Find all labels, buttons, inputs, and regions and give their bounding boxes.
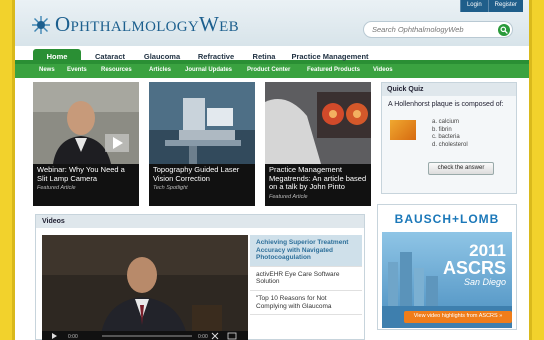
tab-glaucoma[interactable]: Glaucoma [139, 49, 185, 64]
video-frame: 0:00 0:00 [42, 235, 248, 340]
quiz-answer-a[interactable]: a. calcium [432, 119, 468, 127]
video-player[interactable]: 0:00 0:00 [42, 235, 248, 340]
quiz-answer-c[interactable]: c. bacteria [432, 134, 468, 142]
feature-tag: Tech Spotlight [153, 185, 188, 191]
login-link[interactable]: Login [459, 0, 488, 12]
feature-caption: Topography Guided Laser Vision Correctio… [153, 165, 251, 193]
subnav-product-center[interactable]: Product Center [247, 67, 290, 73]
tab-home[interactable]: Home [33, 49, 81, 64]
search-input[interactable] [372, 25, 492, 34]
register-link[interactable]: Register [487, 0, 523, 12]
secondary-nav: News Events Resources Articles Journal U… [15, 64, 529, 78]
feature-caption: Webinar: Why You Need a Slit Lamp Camera… [37, 165, 135, 193]
subnav-videos[interactable]: Videos [373, 67, 393, 73]
event-title: 2011 ASCRS San Diego [443, 242, 506, 287]
subnav-events[interactable]: Events [67, 67, 87, 73]
site-header: OphthalmologyWeb Login Register [15, 0, 529, 46]
bausch-lomb-ad[interactable]: BAUSCH+LOMB 2011 ASCRS San Diego View vi… [377, 204, 517, 330]
quick-quiz: Quick Quiz A Hollenhorst plaque is compo… [381, 82, 517, 194]
ascrs-banner[interactable]: 2011 ASCRS San Diego View video highligh… [382, 232, 512, 328]
page-frame: OphthalmologyWeb Login Register Home Cat… [12, 0, 532, 340]
laser-device-photo [149, 82, 255, 164]
quiz-answers: a. calcium b. fibrin c. bacteria d. chol… [432, 119, 468, 149]
quiz-answer-d[interactable]: d. cholesterol [432, 142, 468, 150]
subnav-articles[interactable]: Articles [149, 67, 171, 73]
feature-card-practice-management[interactable]: Practice Management Megatrends: An artic… [265, 82, 371, 206]
tab-refractive[interactable]: Refractive [191, 49, 241, 64]
feature-title[interactable]: Topography Guided Laser Vision Correctio… [153, 165, 239, 183]
eye-exam-photo [265, 82, 371, 164]
videos-panel: Videos 0:00 0:00 Achieving Superior Trea… [35, 214, 365, 340]
feature-caption: Practice Management Megatrends: An artic… [269, 165, 367, 201]
event-name: ASCRS [442, 258, 506, 278]
feature-card-topography[interactable]: Topography Guided Laser Vision Correctio… [149, 82, 255, 206]
ascrs-video-cta-button[interactable]: View video highlights from ASCRS » [404, 311, 512, 323]
quiz-question: A Hollenhorst plaque is composed of: [388, 101, 504, 108]
tab-retina[interactable]: Retina [247, 49, 281, 64]
search-icon [500, 26, 508, 34]
quiz-image [390, 120, 416, 140]
subnav-journal-updates[interactable]: Journal Updates [185, 67, 232, 73]
tab-practice-management[interactable]: Practice Management [287, 49, 373, 64]
feature-title[interactable]: Practice Management Megatrends: An artic… [269, 165, 366, 191]
feature-title[interactable]: Webinar: Why You Need a Slit Lamp Camera [37, 165, 125, 183]
webinar-photo [33, 82, 139, 164]
event-city: San Diego [463, 277, 506, 287]
videos-header: Videos [36, 215, 364, 228]
video-list-item[interactable]: Achieving Superior Treatment Accuracy wi… [250, 235, 362, 267]
video-list-item[interactable]: activEHR Eye Care Software Solution [250, 267, 362, 291]
primary-nav: Home Cataract Glaucoma Refractive Retina… [15, 47, 529, 64]
subnav-resources[interactable]: Resources [101, 67, 132, 73]
video-duration: 0:00 [198, 334, 208, 340]
tab-cataract[interactable]: Cataract [87, 49, 133, 64]
feature-card-webinar[interactable]: Webinar: Why You Need a Slit Lamp Camera… [33, 82, 139, 206]
video-list-item[interactable]: "Top 10 Reasons for Not Complying with G… [250, 291, 362, 316]
feature-tag: Featured Article [269, 193, 308, 200]
search-button[interactable] [498, 24, 510, 36]
site-logo[interactable]: OphthalmologyWeb [31, 12, 239, 37]
feature-tag: Featured Article [37, 185, 76, 191]
eye-logo-icon [32, 15, 50, 34]
event-year: 2011 [469, 241, 506, 260]
site-logo-text: OphthalmologyWeb [55, 12, 239, 36]
quiz-answer-b[interactable]: b. fibrin [432, 127, 468, 135]
account-bar: Login Register [459, 0, 523, 12]
search-box [363, 21, 513, 38]
subnav-featured-products[interactable]: Featured Products [307, 67, 360, 73]
video-time: 0:00 [68, 334, 78, 340]
quiz-header: Quick Quiz [382, 83, 516, 96]
check-answer-button[interactable]: check the answer [428, 162, 494, 175]
sponsor-logo: BAUSCH+LOMB [394, 212, 500, 226]
subnav-news[interactable]: News [39, 67, 55, 73]
video-list: Achieving Superior Treatment Accuracy wi… [250, 235, 362, 316]
